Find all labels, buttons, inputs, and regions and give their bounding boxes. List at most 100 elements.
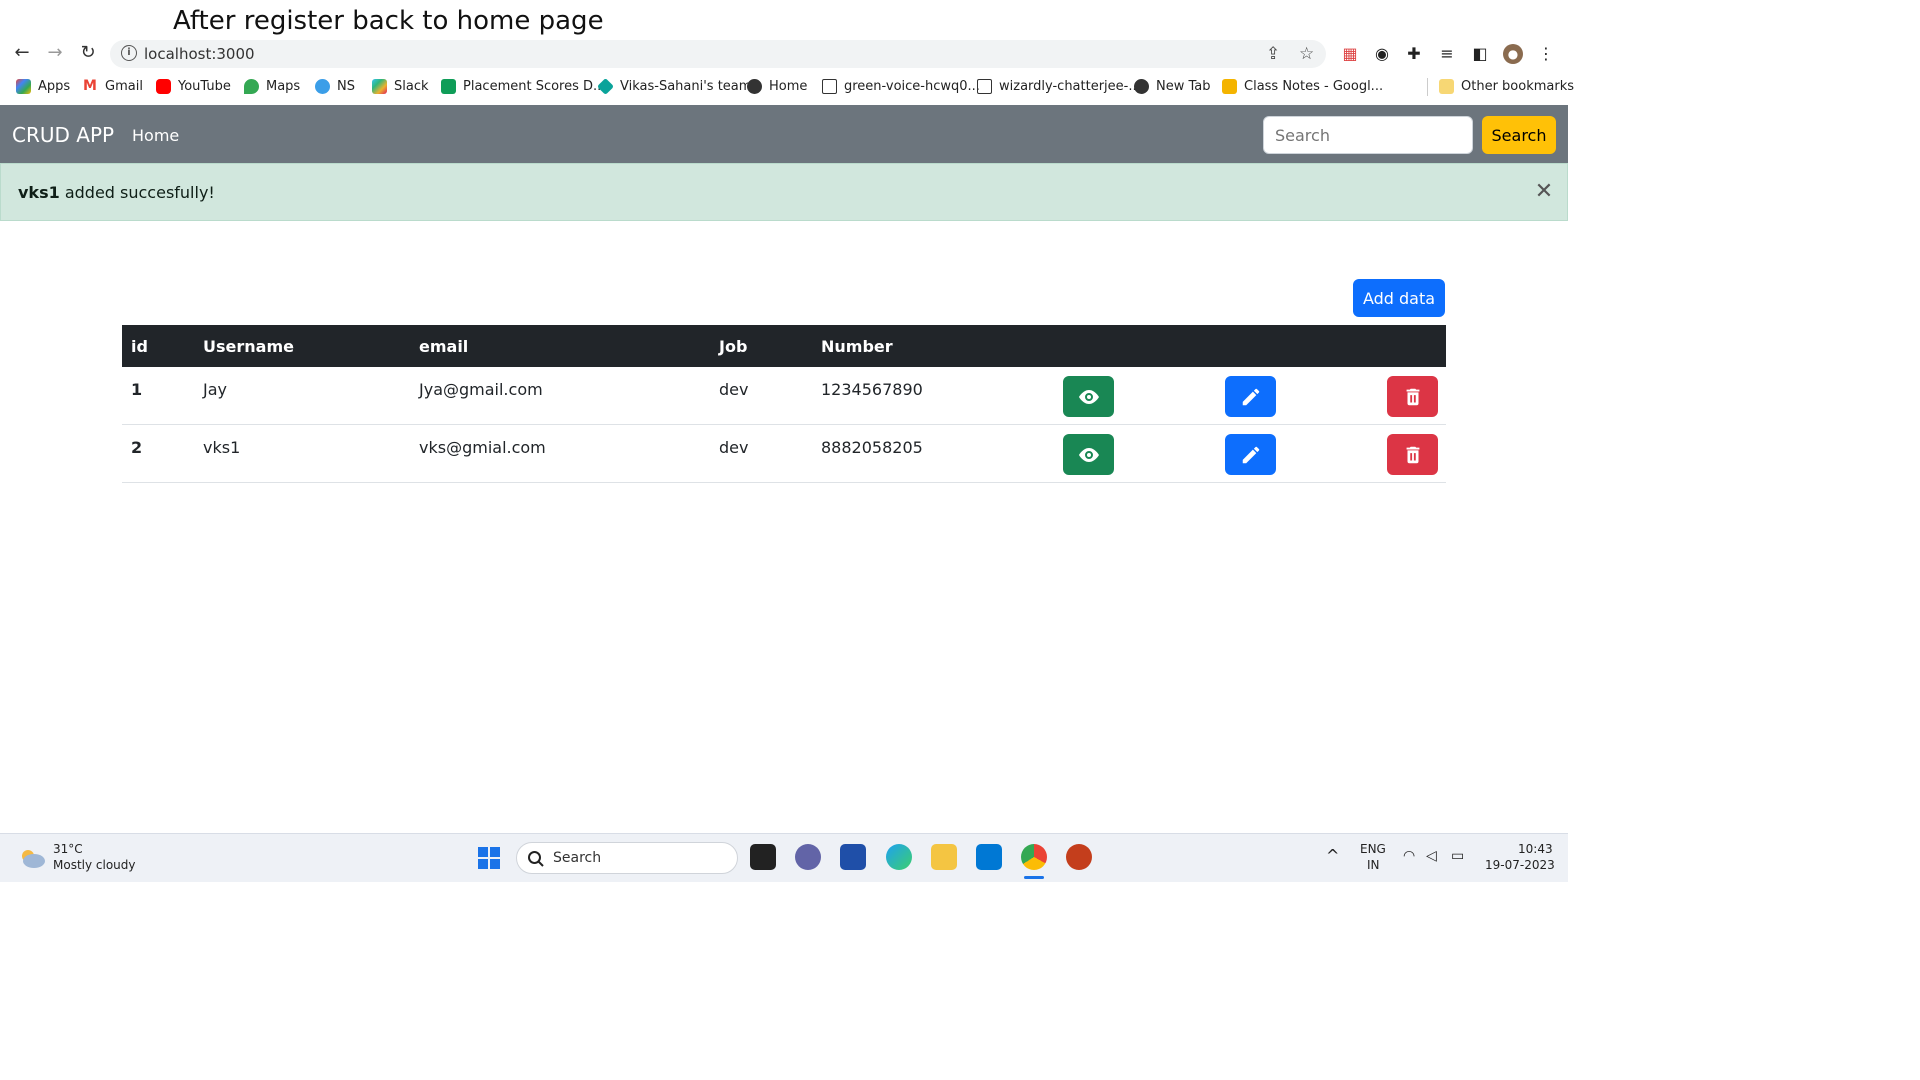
cell-job: dev [719,380,749,399]
taskbar-search[interactable]: Search [516,842,738,874]
puzzle-extensions-icon[interactable]: ✚ [1404,44,1424,64]
windows-taskbar: 31°C Mostly cloudy Search ^ ENG IN ◠ ◁ ▭… [0,833,1568,882]
language-eng[interactable]: ENG [1360,842,1386,856]
back-arrow-icon[interactable]: ← [11,42,33,64]
address-url[interactable]: localhost:3000 [144,45,255,63]
globe-icon [1134,79,1149,94]
page-icon [822,79,837,94]
bookmark-other[interactable]: Other bookmarks [1439,79,1574,94]
bookmark-label: Slack [394,79,429,94]
pencil-icon [1242,388,1259,405]
wifi-icon[interactable]: ◠ [1403,848,1415,864]
pencil-icon [1242,446,1259,463]
alert-username: vks1 [18,183,60,202]
language-in[interactable]: IN [1367,858,1380,872]
edit-button[interactable] [1225,376,1276,417]
bookmark-youtube[interactable]: YouTube [156,79,231,94]
share-icon[interactable]: ⇪ [1266,44,1280,64]
site-info-icon[interactable]: i [121,45,137,61]
header-id: id [131,337,148,356]
alert-message: vks1 added succesfully! [18,183,215,202]
app-navbar: CRUD APP Home Search [0,105,1568,163]
reload-icon[interactable]: ↻ [77,42,99,64]
side-panel-icon[interactable]: ◧ [1470,44,1490,64]
bookmark-label: YouTube [178,79,231,94]
bookmark-star-icon[interactable]: ☆ [1299,44,1314,64]
profile-avatar-icon[interactable]: ● [1503,44,1523,64]
header-number: Number [821,337,893,356]
battery-icon[interactable]: ▭ [1451,848,1464,864]
eye-icon [1078,447,1099,462]
weather-cloud-icon[interactable] [18,846,46,870]
bookmarks-divider [1427,78,1428,96]
page-icon [977,79,992,94]
address-bar[interactable]: i localhost:3000 ⇪ ☆ [110,40,1326,68]
header-job: Job [719,337,748,356]
apps-grid-icon [16,79,31,94]
success-alert: vks1 added succesfully! ✕ [0,163,1568,221]
bookmark-class-notes[interactable]: Class Notes - Googl... [1222,79,1383,94]
view-button[interactable] [1063,376,1114,417]
delete-button[interactable] [1387,434,1438,475]
weather-description[interactable]: Mostly cloudy [53,858,136,872]
bookmarks-bar: Apps M Gmail YouTube Maps NS Slack Placem… [0,72,1574,102]
delete-button[interactable] [1387,376,1438,417]
edge-icon[interactable] [886,844,912,870]
clock-date[interactable]: 19-07-2023 [1485,858,1555,872]
brand-logo[interactable]: CRUD APP [12,123,114,147]
cell-id: 2 [131,438,143,457]
chevron-up-icon[interactable]: ^ [1326,846,1339,865]
bookmark-label: Maps [266,79,301,94]
trash-icon [1406,388,1419,405]
bookmark-placement-scores[interactable]: Placement Scores D... [441,79,605,94]
speaker-icon[interactable]: ◁ [1426,848,1437,864]
bookmark-apps[interactable]: Apps [16,79,70,94]
bookmark-ns[interactable]: NS [315,79,355,94]
bookmark-maps[interactable]: Maps [244,79,300,94]
task-view-icon[interactable] [750,844,776,870]
table-header: id Username email Job Number [122,325,1446,367]
view-button[interactable] [1063,434,1114,475]
bookmark-label: Class Notes - Googl... [1244,79,1384,94]
sheets-icon [441,79,456,94]
browser-menu-icon[interactable]: ⋮ [1536,44,1556,64]
bookmark-home[interactable]: Home [747,79,807,94]
file-explorer-icon[interactable] [931,844,957,870]
bookmark-label: wizardly-chatterjee-... [999,79,1141,94]
powerpoint-icon[interactable] [1066,844,1092,870]
extension-circle-icon[interactable]: ◉ [1372,44,1392,64]
cell-number: 1234567890 [821,380,923,399]
search-button[interactable]: Search [1482,116,1556,154]
windows-start-icon[interactable] [477,846,501,870]
weather-temperature[interactable]: 31°C [53,842,83,856]
calendar-extension-icon[interactable]: ▦ [1340,44,1360,64]
bookmark-slack[interactable]: Slack [372,79,429,94]
close-icon[interactable]: ✕ [1533,181,1555,203]
edit-button[interactable] [1225,434,1276,475]
nav-home-link[interactable]: Home [132,126,179,145]
teams-chat-icon[interactable] [795,844,821,870]
forward-arrow-icon[interactable]: → [44,42,66,64]
search-input[interactable] [1263,116,1473,154]
cell-username: Jay [203,380,227,399]
bookmark-label: Placement Scores D... [463,79,606,94]
header-email: email [419,337,469,356]
bookmark-gmail[interactable]: M Gmail [83,79,143,95]
bookmark-wizardly-chatterjee[interactable]: wizardly-chatterjee-... [977,79,1141,94]
globe-icon [747,79,762,94]
cell-username: vks1 [203,438,241,457]
chrome-icon[interactable] [1021,844,1047,870]
maps-pin-icon [244,79,259,94]
bookmark-new-tab[interactable]: New Tab [1134,79,1211,94]
add-data-button[interactable]: Add data [1353,279,1445,317]
cell-id: 1 [131,380,143,399]
bookmark-green-voice[interactable]: green-voice-hcwq0... [822,79,980,94]
vscode-icon[interactable] [976,844,1002,870]
clock-time[interactable]: 10:43 [1518,842,1553,856]
bookmark-vikas-team[interactable]: Vikas-Sahani's team [597,78,751,95]
bookmark-label: NS [337,79,355,94]
header-username: Username [203,337,294,356]
media-playlist-icon[interactable]: ≡ [1437,44,1457,64]
users-table: id Username email Job Number 1 Jay Jya@g… [122,325,1446,483]
store-icon[interactable] [840,844,866,870]
